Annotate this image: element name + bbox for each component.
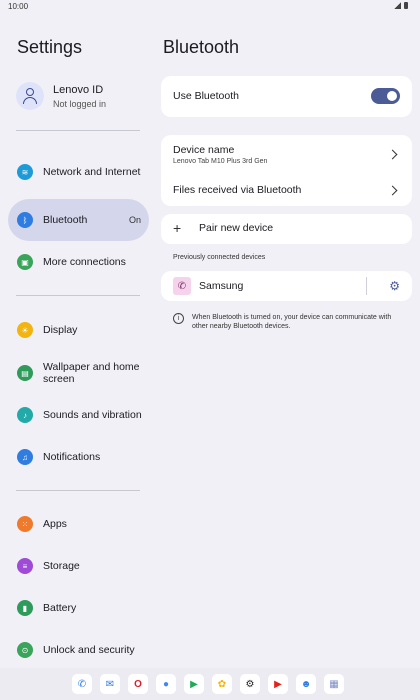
device-settings-card: Device name Lenovo Tab M10 Plus 3rd Gen … [161, 135, 412, 206]
chevron-right-icon [387, 185, 398, 195]
divider [16, 490, 140, 491]
device-name-value: Lenovo Tab M10 Plus 3rd Gen [173, 158, 268, 165]
pair-new-device-button[interactable]: + Pair new device [161, 214, 412, 244]
contacts-app-icon[interactable]: ☻ [296, 674, 316, 694]
bluetooth-icon: ᛒ [17, 212, 33, 228]
sidebar-item-network[interactable]: ≋ Network and Internet [8, 151, 149, 193]
sidebar-item-label: Storage [43, 560, 80, 572]
avatar [16, 82, 44, 110]
divider [16, 295, 140, 296]
sidebar-item-label: Sounds and vibration [43, 409, 142, 421]
settings-title: Settings [17, 37, 83, 57]
sidebar-item-label: Network and Internet [43, 166, 141, 178]
connections-icon: ▣ [17, 254, 33, 270]
files-received-label: Files received via Bluetooth [173, 184, 302, 196]
files-received-row[interactable]: Files received via Bluetooth [173, 184, 400, 196]
photos-app-icon[interactable]: ✿ [212, 674, 232, 694]
wallpaper-icon: ▤ [17, 365, 33, 381]
sidebar-item-notifications[interactable]: ♫ Notifications [8, 447, 149, 467]
device-item-samsung[interactable]: ✆ Samsung ⚙ [161, 271, 412, 301]
play-store-app-icon[interactable]: ▶ [184, 674, 204, 694]
sidebar-item-apps[interactable]: ⁙ Apps [8, 514, 149, 534]
sidebar-item-label: Display [43, 324, 78, 336]
bluetooth-panel: Bluetooth Use Bluetooth Device name Leno… [161, 0, 412, 668]
phone-app-icon[interactable]: ✆ [72, 674, 92, 694]
device-name-label: Device name [173, 144, 235, 156]
sidebar-item-more-connections[interactable]: ▣ More connections [8, 252, 149, 272]
sidebar-item-label: Wallpaper and home screen [43, 361, 140, 385]
device-name-row[interactable]: Device name Lenovo Tab M10 Plus 3rd Gen [173, 144, 400, 165]
assistant-app-icon[interactable]: ● [156, 674, 176, 694]
info-icon: i [173, 313, 184, 324]
sound-icon: ♪ [17, 407, 33, 423]
sidebar-item-label: Battery [43, 602, 77, 614]
wifi-icon: ≋ [17, 164, 33, 180]
account-item[interactable]: Lenovo ID Not logged in [16, 82, 106, 110]
youtube-music-app-icon[interactable]: ▶ [268, 674, 288, 694]
storage-icon: ≡ [17, 558, 33, 574]
page-title: Bluetooth [163, 37, 240, 57]
divider [16, 130, 140, 131]
chevron-right-icon [387, 149, 398, 160]
sidebar-item-storage[interactable]: ≡ Storage [8, 556, 149, 576]
dock-apps: ✆ ✉ O ● ▶ ✿ ⚙ ▶ ☻ ▦ [72, 674, 344, 694]
sidebar-item-bluetooth[interactable]: ᛒ Bluetooth On [8, 199, 149, 241]
sidebar-item-wallpaper[interactable]: ▤ Wallpaper and home screen [8, 360, 149, 386]
messages-app-icon[interactable]: ✉ [100, 674, 120, 694]
account-name: Lenovo ID [53, 83, 104, 96]
use-bluetooth-label: Use Bluetooth [173, 90, 239, 102]
sidebar-item-sounds[interactable]: ♪ Sounds and vibration [8, 405, 149, 425]
divider [366, 277, 367, 295]
plus-icon: + [173, 220, 182, 236]
account-status: Not logged in [53, 98, 107, 109]
sidebar-item-battery[interactable]: ▮ Battery [8, 598, 149, 618]
info-text: When Bluetooth is turned on, your device… [192, 314, 392, 330]
device-name: Samsung [199, 280, 244, 292]
gear-icon[interactable]: ⚙ [389, 279, 400, 293]
display-icon: ☀ [17, 322, 33, 338]
battery-icon: ▮ [17, 600, 33, 616]
status-badge: On [128, 215, 141, 225]
settings-app-icon[interactable]: ⚙ [240, 674, 260, 694]
bluetooth-toggle[interactable] [371, 88, 400, 104]
sidebar-item-label: Notifications [43, 451, 101, 463]
sidebar-item-display[interactable]: ☀ Display [8, 320, 149, 340]
previously-connected-header: Previously connected devices [173, 254, 266, 261]
use-bluetooth-card[interactable]: Use Bluetooth [161, 76, 412, 117]
sidebar-item-unlock-security[interactable]: ⊙ Unlock and security [8, 640, 149, 660]
settings-sidebar: Settings Lenovo ID Not logged in ≋ Netwo… [0, 0, 156, 668]
lock-icon: ⊙ [17, 642, 33, 658]
use-bluetooth-row[interactable]: Use Bluetooth [173, 88, 400, 104]
app-drawer-icon[interactable]: ▦ [324, 674, 344, 694]
sidebar-item-label: Unlock and security [43, 644, 135, 656]
sidebar-item-label: Bluetooth [43, 214, 88, 226]
taskbar-dock: ✆ ✉ O ● ▶ ✿ ⚙ ▶ ☻ ▦ [0, 668, 420, 700]
pair-new-device-label: Pair new device [199, 222, 274, 234]
info-note: i When Bluetooth is turned on, your devi… [173, 313, 408, 331]
bell-icon: ♫ [17, 449, 33, 465]
sidebar-item-label: More connections [43, 256, 126, 268]
phone-icon: ✆ [173, 277, 191, 295]
sidebar-item-label: Apps [43, 518, 67, 530]
opera-app-icon[interactable]: O [128, 674, 148, 694]
apps-icon: ⁙ [17, 516, 33, 532]
